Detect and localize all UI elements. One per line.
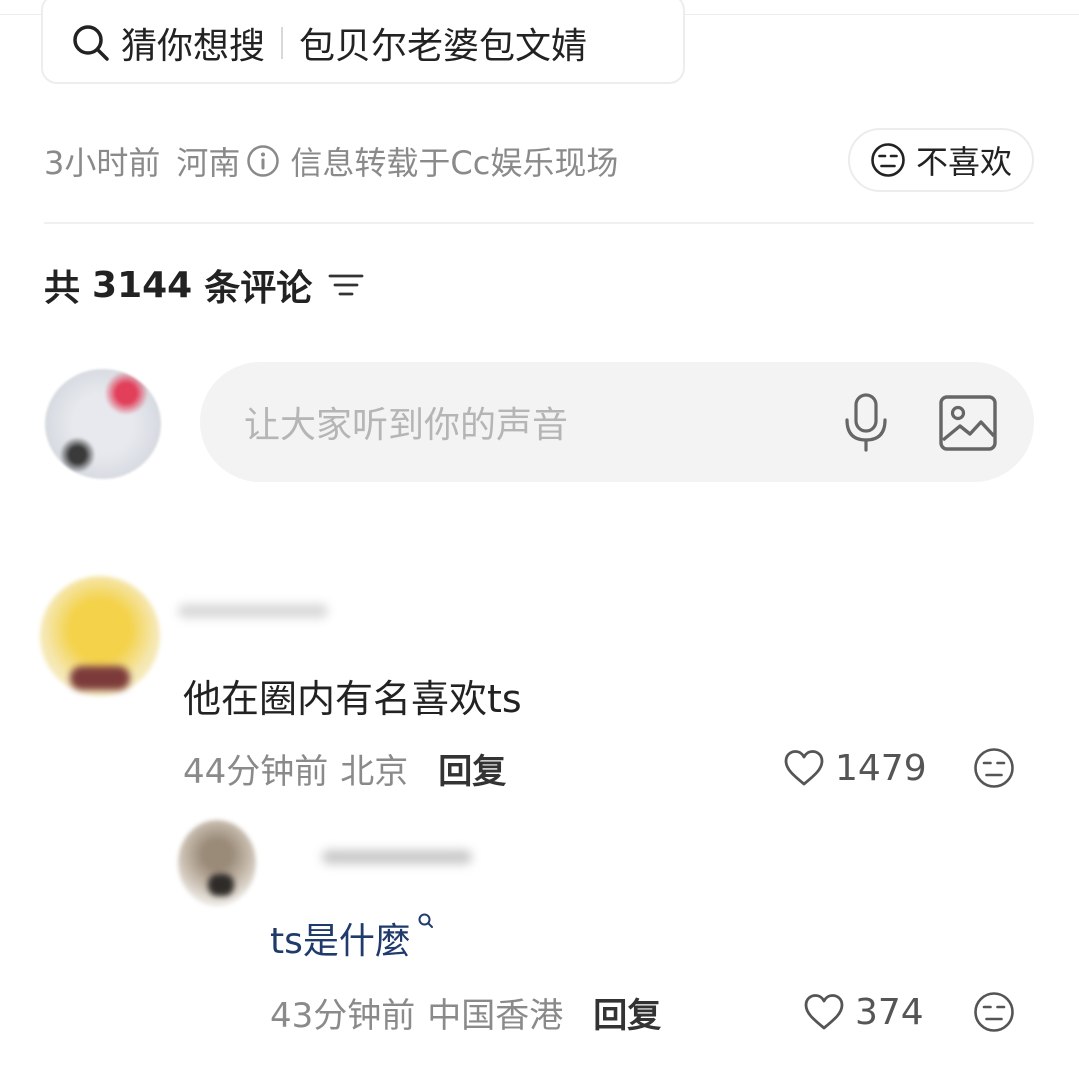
commenter-name-redacted: [178, 604, 328, 618]
comment-page: 猜你想搜 包贝尔老婆包文婧 3小时前 河南 信息转载于Cc娱乐现场 不喜欢 共: [0, 0, 1079, 1071]
publish-time: 3小时前: [44, 144, 161, 182]
image-icon[interactable]: [938, 394, 998, 456]
mic-icon[interactable]: [840, 392, 892, 458]
replier-name-redacted: [322, 850, 472, 864]
source-attribution: 信息转载于Cc娱乐现场: [290, 144, 619, 182]
dislike-button[interactable]: 不喜欢: [848, 128, 1034, 192]
heart-icon: [804, 994, 844, 1030]
dislike-comment-button[interactable]: [973, 991, 1015, 1033]
search-suggestion[interactable]: 猜你想搜 包贝尔老婆包文婧: [41, 0, 685, 84]
like-count: 1479: [835, 747, 927, 789]
comment-text: 他在圈内有名喜欢ts: [183, 677, 522, 721]
search-icon: [73, 25, 109, 61]
separator: [281, 27, 284, 59]
comment-meta: 44分钟前 北京 回复: [183, 744, 506, 793]
my-avatar[interactable]: [45, 369, 161, 479]
replier-avatar[interactable]: [178, 820, 256, 906]
dislike-comment-button[interactable]: [973, 747, 1015, 789]
count-suffix: 条评论: [204, 268, 313, 309]
search-suggestion-label: 猜你想搜: [121, 26, 266, 67]
like-count: 374: [855, 991, 924, 1033]
search-icon[interactable]: [417, 912, 435, 932]
like-button[interactable]: 374: [803, 990, 924, 1034]
comment-input-placeholder: 让大家听到你的声音: [244, 405, 569, 446]
reply-time: 43分钟前: [270, 995, 416, 1036]
meh-face-icon: [871, 143, 905, 177]
count-prefix: 共: [44, 268, 81, 309]
meh-face-icon: [974, 748, 1014, 788]
comment-time: 44分钟前: [183, 751, 329, 792]
reply-location: 中国香港: [427, 995, 564, 1036]
sort-icon[interactable]: [328, 270, 364, 300]
reply-button[interactable]: 回复: [438, 744, 506, 793]
heart-icon: [784, 750, 824, 786]
dislike-label: 不喜欢: [915, 143, 1012, 181]
reply-text-container: ts是什麼: [270, 912, 435, 964]
like-button[interactable]: 1479: [783, 746, 927, 790]
reply-text: ts是什麼: [270, 921, 411, 962]
meh-face-icon: [974, 992, 1014, 1032]
info-icon: [246, 144, 280, 178]
publish-location: 河南: [176, 144, 241, 182]
comment-count-header: 共 3144 条评论: [44, 262, 364, 309]
article-meta: 3小时前 河南 信息转载于Cc娱乐现场: [44, 136, 618, 186]
commenter-avatar[interactable]: [40, 576, 160, 696]
comment-location: 北京: [340, 751, 409, 792]
reply-meta: 43分钟前 中国香港 回复: [270, 988, 661, 1037]
section-divider: [44, 222, 1034, 224]
search-suggestion-query[interactable]: 包贝尔老婆包文婧: [299, 17, 587, 69]
comment-count: 3144: [92, 264, 193, 306]
reply-button[interactable]: 回复: [593, 988, 661, 1037]
comment-input[interactable]: 让大家听到你的声音: [200, 362, 1034, 482]
